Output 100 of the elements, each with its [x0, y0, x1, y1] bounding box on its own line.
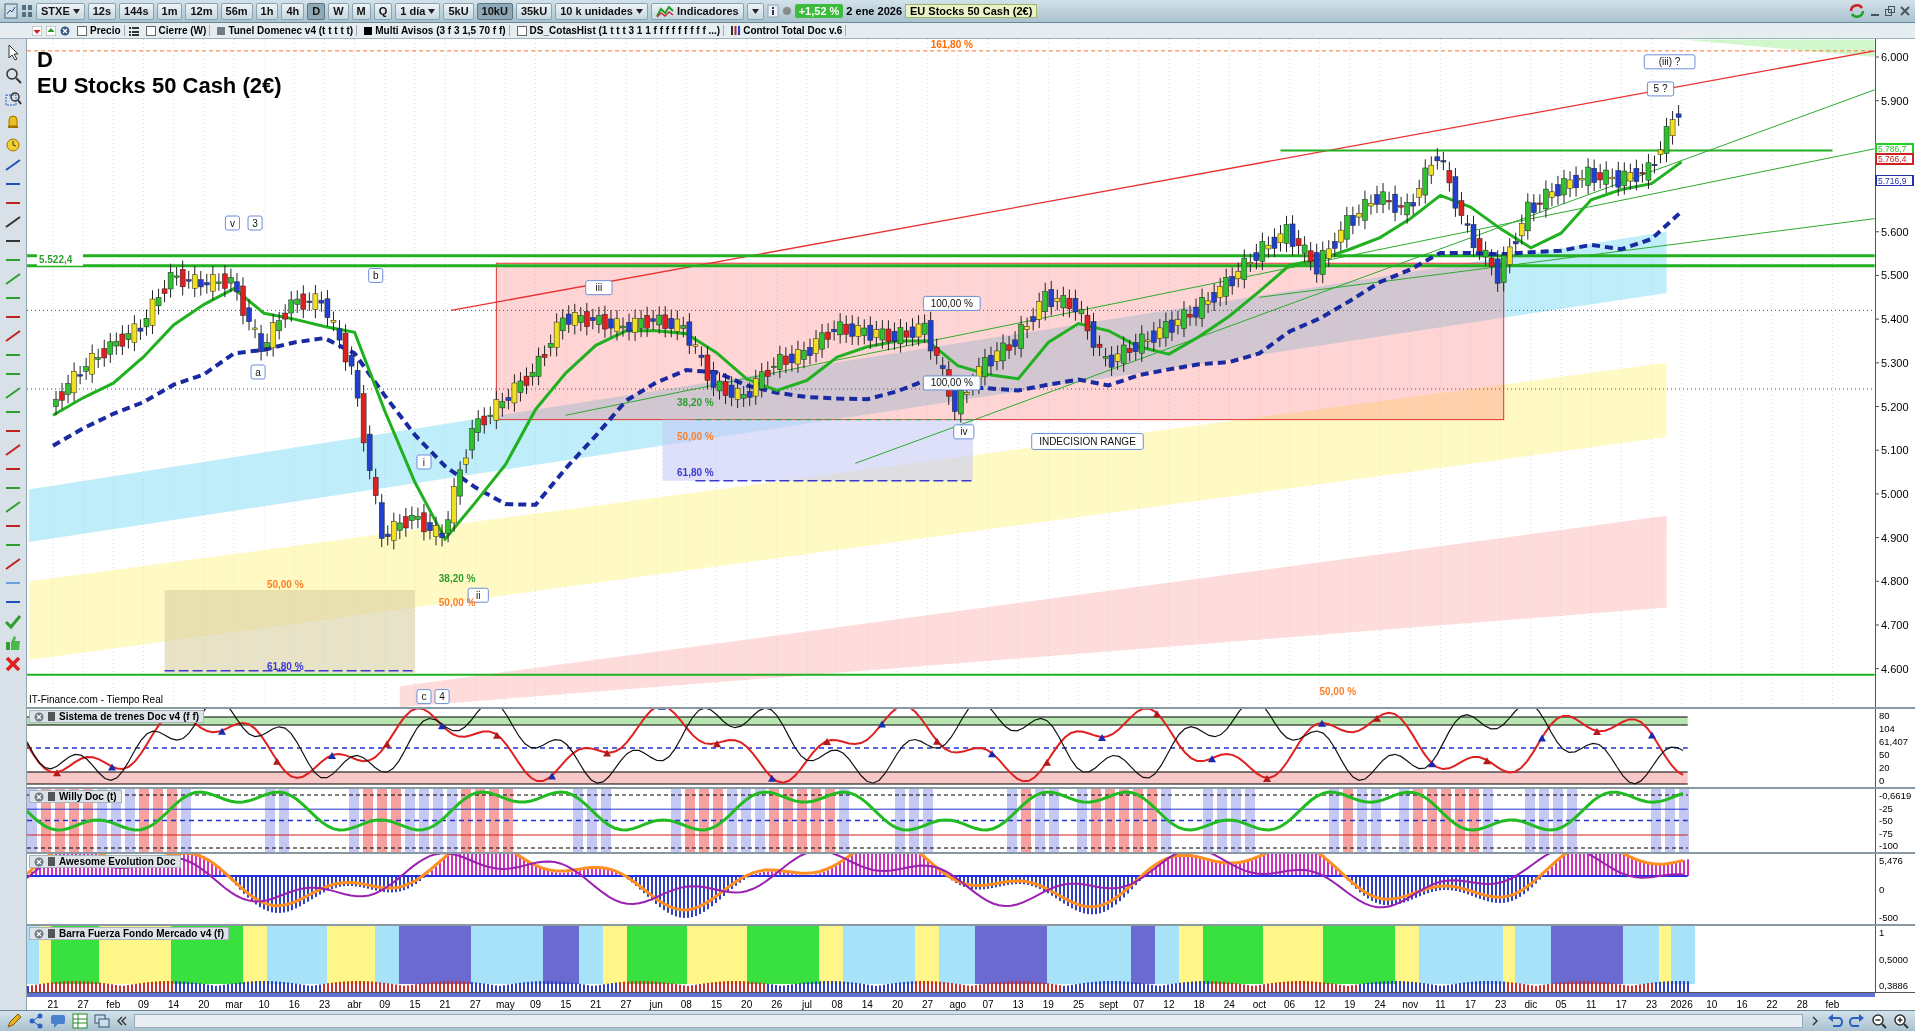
date-label: oct	[1252, 999, 1267, 1010]
axis-label: 80	[1878, 710, 1891, 721]
line-tool-icon[interactable]	[4, 215, 22, 229]
period-button[interactable]: W	[328, 2, 349, 20]
close-icon[interactable]	[34, 928, 44, 939]
period-button[interactable]: 12m	[185, 2, 218, 20]
wave-label: iii	[585, 280, 613, 296]
unit-button[interactable]: 10kU	[476, 2, 513, 20]
date-label: dic	[1524, 999, 1538, 1010]
scrollbar[interactable]	[134, 1014, 1803, 1028]
date-label: 18	[1193, 999, 1205, 1010]
chat-icon[interactable]	[50, 1013, 66, 1029]
share-icon[interactable]	[28, 1013, 44, 1029]
checkbox[interactable]	[145, 25, 156, 36]
interval-dropdown[interactable]: 1 día	[395, 2, 441, 20]
price-tick-label: 5.400	[1881, 313, 1909, 326]
price-tick-label: 5.500	[1881, 269, 1909, 282]
date-label: 08	[680, 999, 692, 1010]
close-icon[interactable]	[60, 25, 70, 36]
period-button[interactable]: 4h	[281, 2, 305, 20]
close-icon[interactable]	[1899, 5, 1911, 17]
unit-size-dropdown[interactable]: 10 k unidades	[555, 2, 648, 20]
axis-label: -75	[1878, 827, 1894, 839]
axis-label: 0	[1878, 883, 1886, 895]
refresh-icon[interactable]	[1848, 3, 1866, 19]
overlay-label[interactable]: Multi Avisos (3 f 3 1,5 70 f f)	[375, 25, 506, 36]
date-label: 20	[741, 999, 753, 1010]
spreadsheet-icon[interactable]	[72, 1013, 88, 1029]
close-icon[interactable]	[34, 791, 44, 802]
axis-label: 61,407	[1878, 736, 1910, 747]
axis-label: -100	[1878, 840, 1899, 851]
wave-label: a	[250, 364, 266, 380]
date-label: 27	[469, 999, 481, 1010]
windows-icon[interactable]	[94, 1013, 110, 1029]
date-label: 22	[1766, 999, 1778, 1010]
caret-icon	[635, 8, 643, 14]
line-tool-icon[interactable]	[4, 158, 22, 172]
period-button[interactable]: Q	[373, 2, 393, 20]
overlay-label[interactable]: DS_CotasHist (1 t t t 3 1 1 f f f f f f f f f ...)	[529, 25, 721, 36]
color-swatch-icon	[48, 857, 55, 866]
grid-icon	[21, 4, 33, 18]
checkbox[interactable]	[516, 25, 527, 36]
date-label: 06	[1284, 999, 1296, 1010]
period-button[interactable]: 1m	[156, 2, 183, 20]
close-icon[interactable]	[34, 856, 44, 867]
zoom-out-icon[interactable]	[1871, 1013, 1887, 1029]
fibonacci-label: 38,20 %	[438, 572, 476, 584]
period-button[interactable]: M	[351, 2, 371, 20]
axis-label: -500	[1878, 912, 1899, 923]
indicators-button[interactable]: Indicadores	[650, 2, 744, 20]
overlay-label[interactable]: Cierre (W)	[158, 25, 207, 36]
color-swatch-icon	[48, 929, 55, 938]
axis-label: -50	[1878, 815, 1894, 826]
restore-icon[interactable]	[1884, 5, 1896, 17]
date-label: 19	[1344, 999, 1356, 1010]
zoom-area-icon[interactable]	[4, 89, 22, 107]
overlay-label[interactable]: Tunel Domenec v4 (t t t t t)	[228, 25, 354, 36]
undo-icon[interactable]	[1827, 1013, 1843, 1029]
line-tool-icon[interactable]	[4, 557, 22, 571]
unit-button[interactable]: 5kU	[443, 2, 474, 20]
checkbox[interactable]	[77, 25, 87, 36]
price-tick-label: 4.600	[1881, 662, 1909, 675]
redo-icon[interactable]	[1849, 1013, 1865, 1029]
pencil-icon[interactable]	[6, 1013, 22, 1029]
period-button[interactable]: 56m	[220, 2, 253, 20]
period-button[interactable]: 144s	[119, 2, 154, 20]
unit-button[interactable]: 35kU	[515, 2, 553, 20]
date-label: feb	[106, 999, 121, 1010]
symbol-dropdown[interactable]: STXE	[36, 2, 85, 20]
search-icon[interactable]	[4, 66, 22, 84]
info-icon[interactable]	[766, 4, 779, 18]
scroll-left-icon[interactable]	[116, 1015, 128, 1027]
period-button[interactable]: D	[307, 2, 326, 20]
date-label: 14	[861, 999, 873, 1010]
fibonacci-label: 50,00 %	[677, 431, 714, 443]
up-arrow-icon[interactable]	[46, 25, 56, 36]
date-label: 12	[1163, 999, 1175, 1010]
list-icon[interactable]	[128, 25, 139, 36]
thumbs-up-icon[interactable]	[4, 635, 22, 651]
line-tool-icon[interactable]	[4, 329, 22, 343]
zoom-in-icon[interactable]	[1893, 1013, 1909, 1029]
period-button[interactable]: 12s	[87, 2, 117, 20]
dropdown-button[interactable]	[746, 2, 764, 20]
close-icon[interactable]	[34, 711, 44, 722]
overlay-label[interactable]: Precio	[90, 25, 121, 36]
wave-label: 3	[247, 215, 263, 231]
date-label: 21	[590, 999, 602, 1010]
check-icon[interactable]	[4, 614, 22, 630]
alarm-icon[interactable]	[4, 135, 22, 153]
date-label: 07	[1133, 999, 1145, 1010]
cross-icon[interactable]	[4, 656, 22, 672]
wave-label: 100,00 %	[922, 375, 981, 391]
price-tick-label: 6.000	[1881, 51, 1909, 63]
overlay-label[interactable]: Control Total Doc v.6	[743, 25, 843, 36]
wave-label: 100,00 %	[922, 295, 981, 311]
indicator-title: Sistema de trenes Doc v4 (f f)	[59, 711, 200, 722]
date-label: 11	[1435, 999, 1446, 1010]
down-arrow-icon[interactable]	[32, 25, 42, 36]
period-button[interactable]: 1h	[255, 2, 279, 20]
line-tool-icon[interactable]	[4, 443, 22, 457]
